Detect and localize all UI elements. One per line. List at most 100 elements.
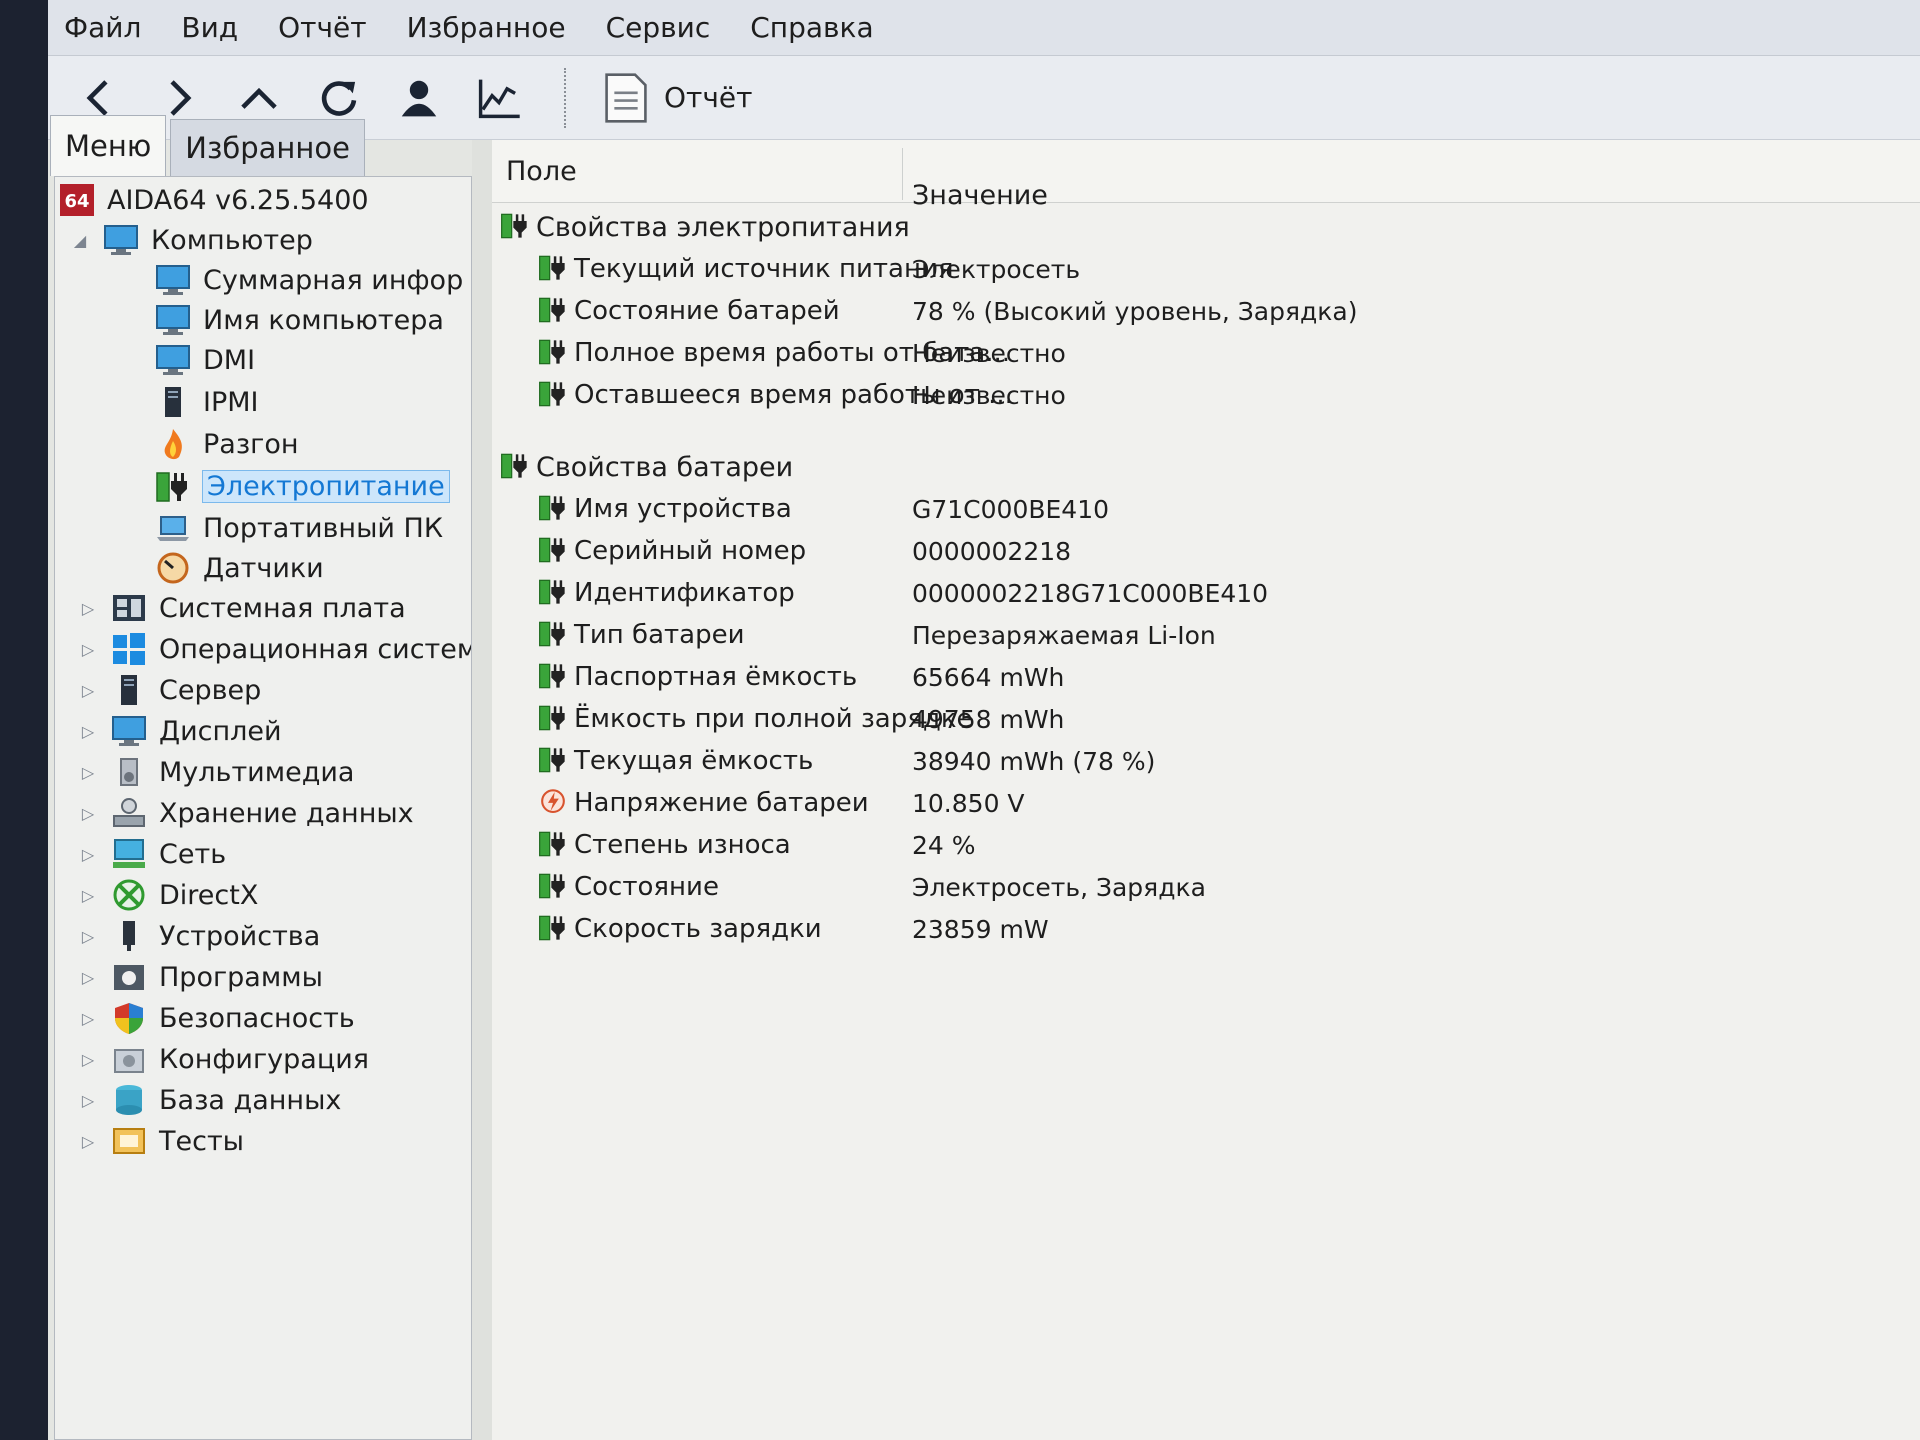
report-button[interactable]: Отчёт [604,72,752,124]
tree-item-devices[interactable]: ▷ Устройства [79,917,320,955]
tree-item-configuration[interactable]: ▷ Конфигурация [79,1040,369,1078]
table-row[interactable]: Степень износа [538,826,791,864]
refresh-icon [321,80,357,116]
overclock-icon [155,427,191,461]
tree-item-security[interactable]: ▷ Безопасность [79,999,355,1037]
tree-item-portable-pc[interactable]: Портативный ПК [155,509,443,547]
power-plug-icon [538,619,568,651]
group-header[interactable]: Свойства батареи [500,448,793,486]
field-name: Серийный номер [574,536,807,566]
table-row[interactable]: Имя устройства [538,490,792,528]
tree-item-summary[interactable]: Суммарная инфор [155,261,463,299]
table-row[interactable]: Текущая ёмкость [538,742,813,780]
table-row[interactable]: Состояние [538,868,719,906]
expand-arrow-icon[interactable]: ▷ [79,804,97,823]
table-row[interactable]: Паспортная ёмкость [538,658,857,696]
tree-item-multimedia[interactable]: ▷ Мультимедиа [79,753,355,791]
tree-item-label: DMI [203,344,256,376]
expand-arrow-icon[interactable]: ▷ [79,968,97,987]
tree-item-label: Операционная систем [159,633,472,665]
column-value[interactable]: Значение [912,180,1048,211]
tree-item-computer-name[interactable]: Имя компьютера [155,301,444,339]
expand-arrow-icon[interactable]: ▷ [79,845,97,864]
tree-item-display[interactable]: ▷ Дисплей [79,712,282,750]
expand-arrow-icon[interactable]: ▷ [79,681,97,700]
expand-arrow-icon[interactable]: ▷ [79,599,97,618]
field-name: Тип батареи [574,620,745,650]
tree-item-label: Датчики [203,552,324,584]
tree-item-label: Тесты [159,1125,244,1157]
expand-arrow-icon[interactable]: ▷ [79,886,97,905]
menu-view[interactable]: Вид [181,11,238,44]
menu-help[interactable]: Справка [750,11,873,44]
table-row[interactable]: Состояние батарей [538,292,840,330]
field-value: 65664 mWh [912,663,1065,692]
expand-arrow-icon[interactable]: ▷ [79,1132,97,1151]
user-button[interactable] [390,69,448,127]
table-row[interactable]: Серийный номер [538,532,806,570]
tree-item-label: Сеть [159,838,227,870]
document-icon [605,72,647,123]
tree-item-ipmi[interactable]: IPMI [155,383,259,421]
tree-item-sensors[interactable]: Датчики [155,549,324,587]
sensors-icon [155,551,191,585]
column-separator[interactable] [902,148,903,200]
tree-item-overclock[interactable]: Разгон [155,425,299,463]
tree-item-computer[interactable]: ◢ Компьютер [71,221,313,259]
table-row[interactable]: Тип батареи [538,616,745,654]
tab-favorites[interactable]: Избранное [170,119,365,176]
forward-icon [170,79,192,116]
expand-arrow-icon[interactable]: ▷ [79,1009,97,1028]
group-header[interactable]: Свойства электропитания [500,208,910,246]
table-row[interactable]: Напряжение батареи [538,784,869,822]
computer-icon [103,223,139,257]
table-row[interactable]: Текущий источник питания [538,250,954,288]
tree-item-directx[interactable]: ▷ DirectX [79,876,258,914]
expand-arrow-icon[interactable]: ▷ [79,1050,97,1069]
menu-tools[interactable]: Сервис [606,11,711,44]
tree-item-tests[interactable]: ▷ Тесты [79,1122,244,1160]
expand-arrow-icon[interactable]: ▷ [79,722,97,741]
tree-item-database[interactable]: ▷ База данных [79,1081,342,1119]
field-value: Неизвестно [912,339,1066,368]
tree-item-motherboard[interactable]: ▷ Системная плата [79,589,406,627]
ipmi-icon [155,385,191,419]
tree-item-root[interactable]: 64 AIDA64 v6.25.5400 [59,181,369,219]
back-icon [86,79,108,116]
storage-icon [111,796,147,830]
tree-item-server[interactable]: ▷ Сервер [79,671,261,709]
tree-item-label: Хранение данных [159,797,414,829]
menu-file[interactable]: Файл [64,11,141,44]
tree-item-os[interactable]: ▷ Операционная систем [79,630,472,668]
field-value: G71C000BE410 [912,495,1110,524]
field-value: 0000002218 [912,537,1072,566]
collapse-arrow-icon[interactable]: ◢ [71,231,89,250]
power-plug-icon [500,451,530,483]
tab-menu[interactable]: Меню [50,115,167,176]
table-row[interactable]: Идентификатор [538,574,795,612]
security-shield-icon [111,1001,147,1035]
left-tabs: Меню Избранное [50,115,369,176]
pane-splitter[interactable] [472,140,492,1440]
table-row[interactable]: Ёмкость при полной зарядке [538,700,973,738]
field-name: Состояние [574,872,719,902]
benchmark-button[interactable] [470,69,528,127]
tree-item-power-management[interactable]: Электропитание [155,467,450,505]
expand-arrow-icon[interactable]: ▷ [79,1091,97,1110]
programs-icon [111,960,147,994]
menu-favorites[interactable]: Избранное [407,11,566,44]
field-name: Текущий источник питания [574,254,954,284]
group-title: Свойства электропитания [536,211,910,243]
expand-arrow-icon[interactable]: ▷ [79,927,97,946]
expand-arrow-icon[interactable]: ▷ [79,640,97,659]
tree-item-programs[interactable]: ▷ Программы [79,958,323,996]
column-field[interactable]: Поле [506,156,577,187]
field-value: 24 % [912,831,976,860]
expand-arrow-icon[interactable]: ▷ [79,763,97,782]
tree-item-dmi[interactable]: DMI [155,341,255,379]
menu-report[interactable]: Отчёт [278,11,366,44]
tree-item-network[interactable]: ▷ Сеть [79,835,226,873]
tree-item-storage[interactable]: ▷ Хранение данных [79,794,414,832]
tree-item-label: База данных [159,1084,342,1116]
table-row[interactable]: Скорость зарядки [538,910,822,948]
